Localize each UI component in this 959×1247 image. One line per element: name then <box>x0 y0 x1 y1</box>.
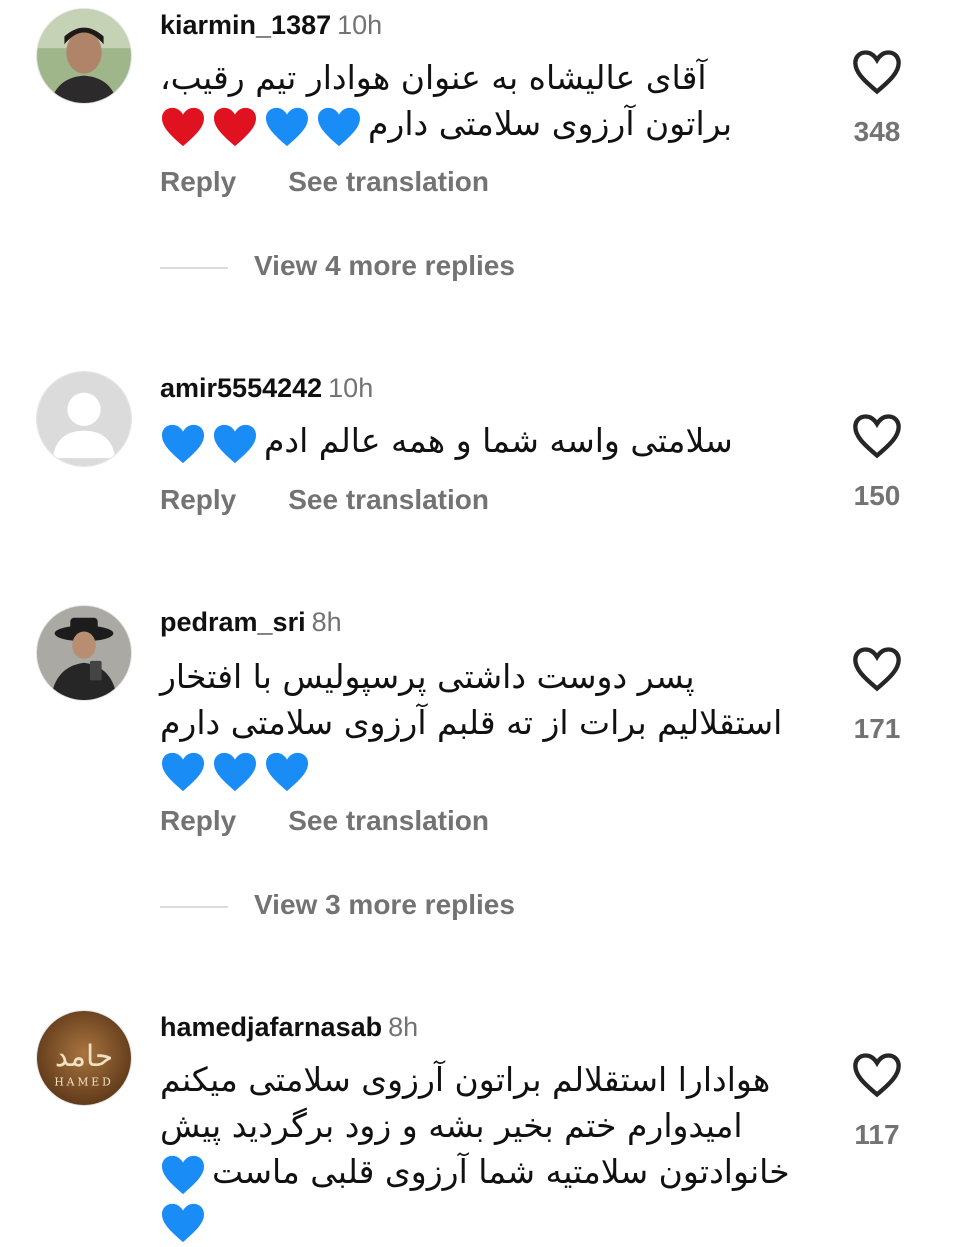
comment-line-with-emoji: خانوادتون سلامتیه شما آرزوی قلبی ماست <box>160 1149 800 1197</box>
view-more-replies-button[interactable]: View 3 more replies <box>160 889 515 921</box>
comment-text: سلامتی واسه شما و همه عالم ادم <box>160 418 800 466</box>
comment-header: hamedjafarnasab 8h <box>160 1010 418 1044</box>
blue-heart-icon <box>214 424 256 464</box>
blue-heart-icon <box>266 107 308 147</box>
like-count: 117 <box>854 1119 900 1150</box>
default-avatar-icon <box>37 372 131 466</box>
username[interactable]: hamedjafarnasab <box>160 1012 382 1042</box>
heart-outline-icon[interactable] <box>851 48 903 96</box>
blue-heart-icon <box>162 1203 204 1242</box>
comment-line: آقای عالیشاه به عنوان هوادار تیم رقیب، <box>160 58 707 97</box>
red-heart-icon <box>214 107 256 147</box>
view-more-replies-label: View 3 more replies <box>254 889 515 920</box>
comment-actions: Reply See translation <box>160 484 489 516</box>
timestamp: 10h <box>337 10 383 40</box>
comment-line-with-emoji: براتون آرزوی سلامتی دارم <box>160 101 800 149</box>
user-photo-avatar-icon <box>37 606 131 700</box>
heart-outline-icon[interactable] <box>851 645 903 693</box>
see-translation-button[interactable]: See translation <box>288 484 489 515</box>
like-control: 150 <box>846 412 908 512</box>
comment-header: kiarmin_1387 10h <box>160 8 382 42</box>
comment-line: پسر دوست داشتی پرسپولیس با افتخار <box>160 657 695 696</box>
comment-emoji-line <box>160 1197 800 1245</box>
timestamp: 8h <box>388 1012 419 1042</box>
reply-thread-line <box>160 905 228 908</box>
username[interactable]: kiarmin_1387 <box>160 10 331 40</box>
avatar[interactable] <box>36 371 132 467</box>
red-heart-icon <box>162 107 204 147</box>
comment-text: پسر دوست داشتی پرسپولیس با افتخار استقلا… <box>160 654 800 794</box>
like-count: 150 <box>853 480 901 511</box>
comment-text: آقای عالیشاه به عنوان هوادار تیم رقیب، ب… <box>160 55 800 149</box>
avatar-logo-text: حامد <box>55 1039 113 1073</box>
comment-line: استقلالیم برات از ته قلبم آرزوی سلامتی د… <box>160 703 783 742</box>
timestamp: 8h <box>311 607 342 637</box>
blue-heart-icon <box>162 1155 204 1195</box>
blue-heart-icon <box>266 752 308 792</box>
username[interactable]: pedram_sri <box>160 607 306 637</box>
like-control: 348 <box>846 48 908 148</box>
view-more-replies-label: View 4 more replies <box>254 250 515 281</box>
comment-line: خانوادتون سلامتیه شما آرزوی قلبی ماست <box>212 1152 790 1191</box>
comment-header: pedram_sri 8h <box>160 605 342 639</box>
avatar-logo-subtext: HAMED <box>54 1075 113 1088</box>
comment-line: امیدوارم ختم بخیر بشه و زود برگردید پیش <box>160 1106 743 1145</box>
blue-heart-icon <box>318 107 360 147</box>
emoji-group <box>160 1151 212 1197</box>
comment-emoji-line <box>160 746 800 794</box>
see-translation-button[interactable]: See translation <box>288 166 489 197</box>
username[interactable]: amir5554242 <box>160 373 322 403</box>
avatar[interactable] <box>36 8 132 104</box>
like-control: 117 <box>846 1051 908 1151</box>
view-more-replies-button[interactable]: View 4 more replies <box>160 250 515 282</box>
blue-heart-icon <box>214 752 256 792</box>
like-control: 171 <box>846 645 908 745</box>
avatar[interactable] <box>36 605 132 701</box>
timestamp: 10h <box>328 373 374 403</box>
comment-line: هوادارا استقلالم براتون آرزوی سلامتی میک… <box>160 1060 771 1099</box>
emoji-group <box>160 103 368 149</box>
heart-outline-icon[interactable] <box>851 412 903 460</box>
emoji-group <box>160 420 264 466</box>
heart-outline-icon[interactable] <box>851 1051 903 1099</box>
reply-button[interactable]: Reply <box>160 166 236 197</box>
blue-heart-icon <box>162 752 204 792</box>
comment-header: amir5554242 10h <box>160 371 373 405</box>
user-photo-avatar-icon <box>37 9 131 103</box>
comment-line: سلامتی واسه شما و همه عالم ادم <box>264 421 733 460</box>
emoji-group <box>160 1198 212 1244</box>
like-count: 348 <box>853 116 901 147</box>
reply-button[interactable]: Reply <box>160 805 236 836</box>
comment-actions: Reply See translation <box>160 166 489 198</box>
comment-text: هوادارا استقلالم براتون آرزوی سلامتی میک… <box>160 1057 800 1244</box>
avatar[interactable]: حامد HAMED <box>36 1010 132 1106</box>
comment-line: براتون آرزوی سلامتی دارم <box>368 104 733 143</box>
like-count: 171 <box>853 713 901 744</box>
emoji-group <box>160 748 316 794</box>
comment-actions: Reply See translation <box>160 805 489 837</box>
see-translation-button[interactable]: See translation <box>288 805 489 836</box>
logo-avatar-icon: حامد HAMED <box>37 1011 131 1105</box>
reply-button[interactable]: Reply <box>160 484 236 515</box>
reply-thread-line <box>160 266 228 269</box>
blue-heart-icon <box>162 424 204 464</box>
comment-line-with-emoji: سلامتی واسه شما و همه عالم ادم <box>160 418 800 466</box>
